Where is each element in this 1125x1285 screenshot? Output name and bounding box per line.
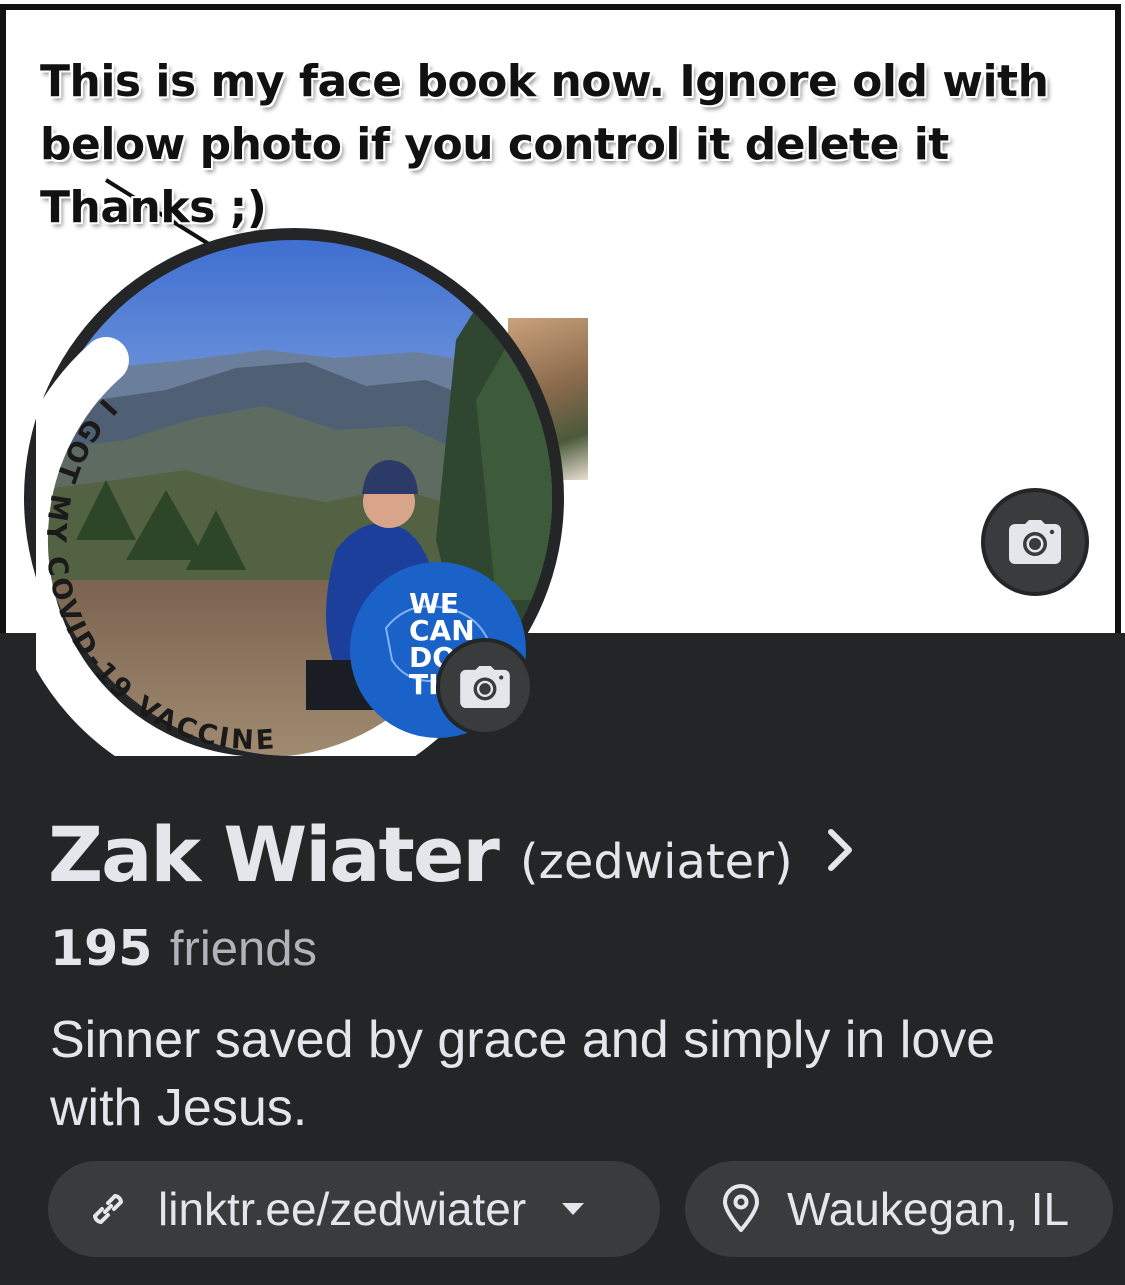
website-link-chip[interactable]: linktr.ee/zedwiater: [48, 1161, 660, 1257]
edit-profile-picture-camera-button[interactable]: [436, 638, 534, 736]
link-icon: [92, 1193, 124, 1225]
profile-name-row[interactable]: Zak Wiater (zedwiater): [48, 809, 853, 899]
edit-cover-camera-button[interactable]: [981, 488, 1089, 596]
location-chip[interactable]: Waukegan, IL: [685, 1161, 1113, 1257]
caret-down-icon[interactable]: [560, 1201, 586, 1217]
camera-icon: [1009, 520, 1061, 564]
profile-username: (zedwiater): [519, 834, 793, 890]
friends-count: 195: [50, 920, 153, 977]
friends-count-line[interactable]: 195 friends: [50, 920, 317, 977]
camera-icon: [460, 666, 510, 708]
profile-name: Zak Wiater: [48, 809, 500, 899]
profile-bio: Sinner saved by grace and simply in love…: [50, 1011, 996, 1137]
location-text: Waukegan, IL: [787, 1183, 1070, 1235]
website-link-text: linktr.ee/zedwiater: [158, 1183, 527, 1235]
friends-label: friends: [169, 922, 317, 976]
chevron-right-icon[interactable]: [827, 828, 853, 872]
cover-caption: This is my face book now. Ignore old wit…: [40, 56, 1049, 233]
location-pin-icon: [723, 1184, 759, 1232]
